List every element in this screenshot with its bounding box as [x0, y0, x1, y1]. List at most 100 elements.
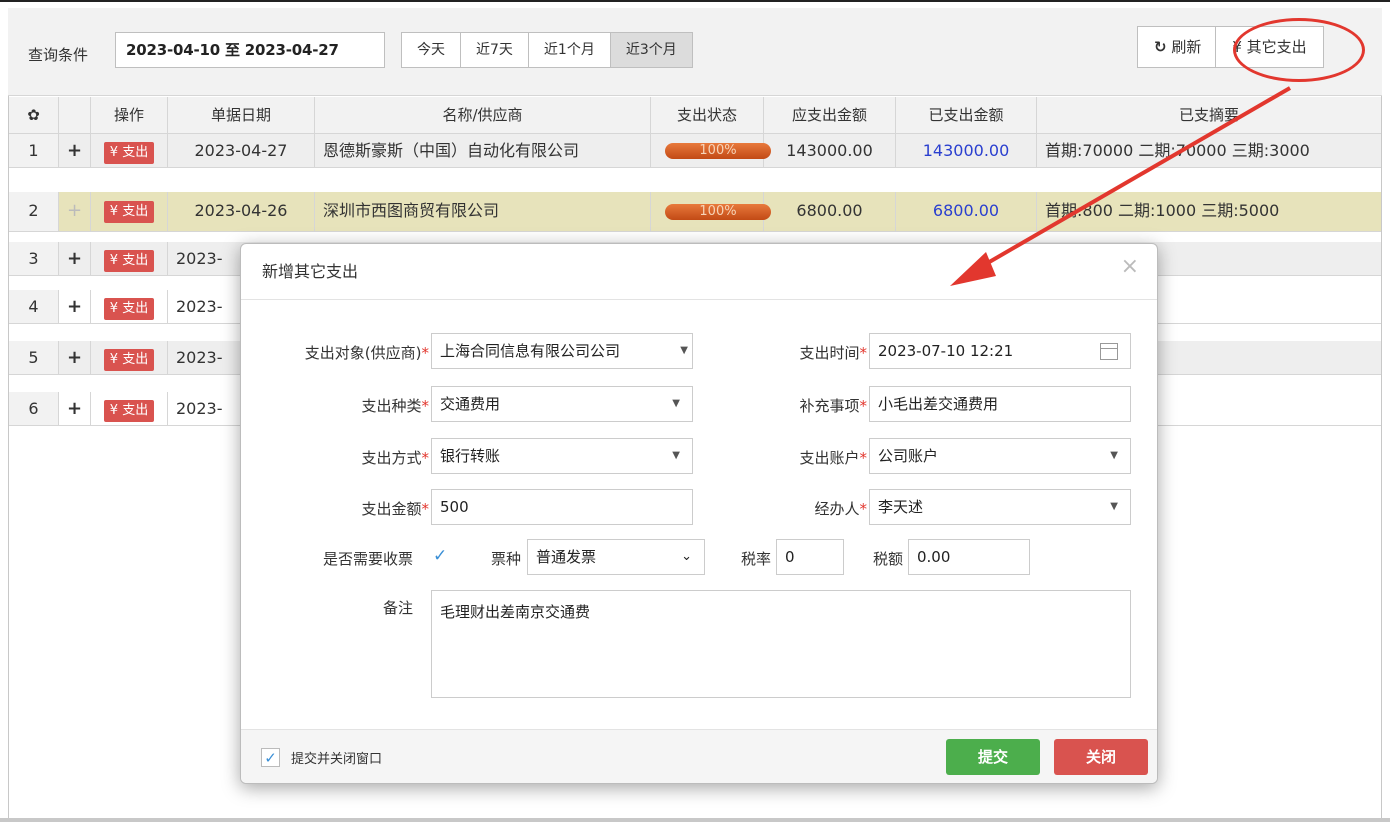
calendar-icon[interactable] — [1100, 343, 1118, 360]
date-cell: 2023-04-27 — [168, 134, 315, 167]
pay-cell: ¥ 支出 — [91, 392, 168, 425]
summary-cell: 首期:800 二期:1000 三期:5000 — [1045, 201, 1280, 220]
name-cell: 深圳市西图商贸有限公司 — [315, 192, 651, 231]
tax-label: 税额 — [872, 550, 903, 568]
query-label: 查询条件 — [28, 46, 89, 64]
row-number: 2 — [9, 192, 59, 231]
pay-button[interactable]: ¥ 支出 — [103, 400, 155, 422]
close-button[interactable]: 关闭 — [1054, 739, 1148, 775]
expand-icon[interactable]: + — [59, 192, 91, 231]
range-3months-button[interactable]: 近3个月 — [610, 33, 692, 67]
ticket-select[interactable]: 普通发票 ⌄ — [527, 539, 705, 575]
header-date[interactable]: 单据日期 — [168, 97, 315, 133]
table-row[interactable]: 1 + ¥ 支出 2023-04-27 恩德斯豪斯（中国）自动化有限公司 100… — [9, 134, 1381, 168]
account-label: 支出账户* — [799, 449, 867, 467]
dialog-title: 新增其它支出 — [241, 244, 1157, 300]
row-number: 5 — [9, 341, 59, 374]
header-due[interactable]: 应支出金额 — [764, 97, 896, 133]
target-select[interactable]: 上海合同信息有限公司公司 ▼ — [431, 333, 693, 369]
expand-icon[interactable]: + — [59, 134, 91, 167]
extra-input[interactable]: 小毛出差交通费用 — [869, 386, 1131, 422]
pay-cell: ¥ 支出 — [91, 290, 168, 323]
refresh-button[interactable]: ↻ 刷新 — [1138, 27, 1217, 67]
note-textarea[interactable]: 毛理财出差南京交通费 — [431, 590, 1131, 698]
chevron-down-icon: ⌄ — [681, 549, 692, 564]
date-range-input[interactable]: 2023-04-10 至 2023-04-27 — [115, 32, 385, 68]
summary-cell: 首期:70000 二期:70000 三期:3000 — [1045, 141, 1310, 160]
pay-cell: ¥ 支出 — [91, 192, 168, 231]
expand-icon[interactable]: + — [59, 341, 91, 374]
pay-button[interactable]: ¥ 支出 — [103, 298, 155, 320]
amount-input[interactable]: 500 — [431, 489, 693, 525]
row-number: 6 — [9, 392, 59, 425]
expand-icon[interactable]: + — [59, 290, 91, 323]
amount-label: 支出金额* — [361, 500, 429, 518]
invoice-label: 是否需要收票 — [322, 550, 413, 568]
type-label: 支出种类* — [361, 397, 429, 415]
type-select[interactable]: 交通费用 ▼ — [431, 386, 693, 422]
paid-cell: 143000.00 — [896, 134, 1037, 167]
pay-button[interactable]: ¥ 支出 — [103, 142, 155, 164]
method-select[interactable]: 银行转账 ▼ — [431, 438, 693, 474]
pay-button[interactable]: ¥ 支出 — [103, 349, 155, 371]
table-row[interactable]: 2 + ¥ 支出 2023-04-26 深圳市西图商贸有限公司 100% 680… — [9, 192, 1381, 232]
ticket-label: 票种 — [490, 550, 521, 568]
window-bottom-border — [0, 818, 1390, 822]
expand-icon[interactable]: + — [59, 242, 91, 275]
pay-button[interactable]: ¥ 支出 — [103, 250, 155, 272]
status-cell: 100% — [651, 192, 771, 231]
close-after-submit-checkbox[interactable]: ✓ — [261, 748, 280, 767]
row-number: 1 — [9, 134, 59, 167]
header-name[interactable]: 名称/供应商 — [315, 97, 651, 133]
header-paid[interactable]: 已支出金额 — [896, 97, 1037, 133]
handler-select[interactable]: 李天述 ▼ — [869, 489, 1131, 525]
range-1month-button[interactable]: 近1个月 — [529, 33, 611, 67]
chevron-down-icon: ▼ — [672, 450, 680, 461]
close-icon[interactable]: × — [1121, 254, 1139, 279]
header-summary[interactable]: 已支摘要 — [1037, 97, 1381, 133]
status-cell: 100% — [651, 134, 771, 167]
new-expense-dialog: 新增其它支出 × 支出对象(供应商)* 上海合同信息有限公司公司 ▼ 支出时间* … — [240, 243, 1158, 784]
range-7days-button[interactable]: 近7天 — [461, 33, 529, 67]
chevron-down-icon: ▼ — [1110, 450, 1118, 461]
status-progress: 100% — [665, 204, 771, 220]
due-cell: 143000.00 — [764, 134, 896, 167]
taxrate-input[interactable]: 0 — [776, 539, 844, 575]
pay-button[interactable]: ¥ 支出 — [103, 201, 155, 223]
chevron-down-icon: ▼ — [672, 398, 680, 409]
row-number: 3 — [9, 242, 59, 275]
handler-label: 经办人* — [814, 500, 867, 518]
quick-range-group: 今天 近7天 近1个月 近3个月 — [401, 32, 693, 68]
extra-label: 补充事项* — [799, 397, 867, 415]
header-expand — [59, 97, 91, 133]
time-label: 支出时间* — [799, 344, 867, 362]
taxrate-label: 税率 — [740, 550, 771, 568]
range-today-button[interactable]: 今天 — [402, 33, 461, 67]
time-input[interactable]: 2023-07-10 12:21 — [869, 333, 1131, 369]
name-cell: 恩德斯豪斯（中国）自动化有限公司 — [315, 134, 651, 167]
pay-cell: ¥ 支出 — [91, 242, 168, 275]
expand-icon[interactable]: + — [59, 392, 91, 425]
note-label: 备注 — [382, 599, 413, 617]
submit-button[interactable]: 提交 — [946, 739, 1040, 775]
highlight-circle — [1233, 18, 1365, 82]
row-number: 4 — [9, 290, 59, 323]
tax-input[interactable]: 0.00 — [908, 539, 1030, 575]
refresh-icon: ↻ — [1154, 38, 1167, 56]
chevron-down-icon: ▼ — [1110, 501, 1118, 512]
dialog-footer: ✓ 提交并关闭窗口 提交 关闭 — [241, 729, 1157, 783]
table-header: ✿ 操作 单据日期 名称/供应商 支出状态 应支出金额 已支出金额 已支摘要 — [9, 97, 1381, 134]
paid-cell: 6800.00 — [896, 192, 1037, 231]
refresh-label: 刷新 — [1171, 38, 1202, 56]
method-label: 支出方式* — [361, 449, 429, 467]
due-cell: 6800.00 — [764, 192, 896, 231]
settings-icon[interactable]: ✿ — [9, 97, 59, 133]
close-after-submit-label: 提交并关闭窗口 — [291, 752, 383, 767]
pay-cell: ¥ 支出 — [91, 134, 168, 167]
date-cell: 2023-04-26 — [168, 192, 315, 231]
window-top-border — [0, 0, 1390, 2]
header-status[interactable]: 支出状态 — [651, 97, 764, 133]
account-select[interactable]: 公司账户 ▼ — [869, 438, 1131, 474]
toolbar: 查询条件 2023-04-10 至 2023-04-27 今天 近7天 近1个月… — [8, 8, 1382, 96]
invoice-checkbox[interactable]: ✓ — [433, 547, 451, 565]
